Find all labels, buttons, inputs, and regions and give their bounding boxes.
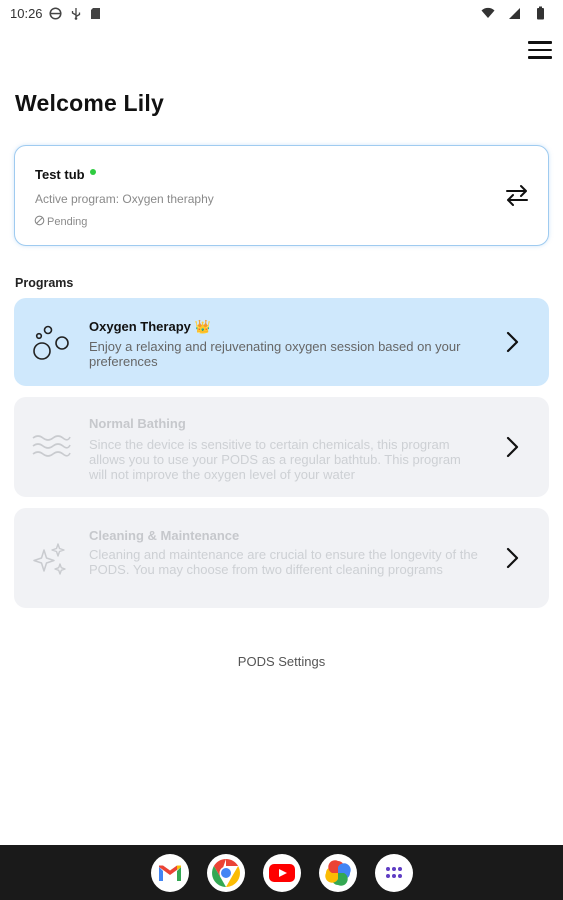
program-description: Cleaning and maintenance are crucial to … <box>89 547 478 577</box>
chevron-right-icon <box>505 330 521 354</box>
menu-line <box>528 56 552 59</box>
signal-icon <box>507 6 521 20</box>
sd-card-icon <box>89 6 103 20</box>
program-card-oxygen-therapy[interactable]: Oxygen Therapy 👑 Enjoy a relaxing and re… <box>14 298 549 386</box>
gmail-icon[interactable] <box>150 853 189 892</box>
status-text: Pending <box>47 216 88 228</box>
program-title: Cleaning & Maintenance <box>89 528 240 543</box>
program-title: Normal Bathing <box>89 416 186 431</box>
status-time: 10:26 <box>10 5 43 21</box>
battery-icon <box>533 6 547 20</box>
pods-settings-link[interactable]: PODS Settings <box>0 654 563 669</box>
hamburger-menu-icon[interactable] <box>528 39 552 61</box>
wifi-icon <box>481 6 495 20</box>
page-title: Welcome Lily <box>15 90 164 116</box>
online-status-dot <box>89 168 96 175</box>
chrome-icon[interactable] <box>206 853 245 892</box>
bubbles-icon <box>30 322 72 364</box>
pending-icon <box>34 215 45 229</box>
program-card-cleaning-maintenance[interactable]: Cleaning & Maintenance Cleaning and main… <box>14 508 549 608</box>
active-program-text: Active program: Oxygen theraphy <box>35 192 214 206</box>
program-description: Since the device is sensitive to certain… <box>89 437 461 482</box>
vpn-icon <box>49 6 63 20</box>
menu-line <box>528 41 552 44</box>
status-badge: Pending <box>34 215 87 229</box>
status-bar: 10:26 <box>0 0 563 26</box>
app-dock <box>0 845 563 900</box>
app-drawer-icon[interactable] <box>374 853 413 892</box>
chevron-right-icon <box>505 546 521 570</box>
waves-icon <box>30 427 72 469</box>
youtube-icon[interactable] <box>262 853 301 892</box>
sparkles-icon <box>30 540 72 582</box>
program-card-normal-bathing[interactable]: Normal Bathing Since the device is sensi… <box>14 397 549 497</box>
menu-line <box>528 48 552 52</box>
tub-card[interactable]: Test tub Active program: Oxygen theraphy… <box>14 145 549 246</box>
tub-name: Test tub <box>35 167 85 182</box>
programs-heading: Programs <box>15 276 74 290</box>
photos-icon[interactable] <box>318 853 357 892</box>
usb-icon <box>69 6 83 20</box>
tub-name-row: Test tub <box>35 167 96 182</box>
program-title: Oxygen Therapy 👑 <box>89 319 211 334</box>
chevron-right-icon <box>505 435 521 459</box>
program-description: Enjoy a relaxing and rejuvenating oxygen… <box>89 339 461 369</box>
swap-arrows-icon[interactable] <box>504 182 530 208</box>
